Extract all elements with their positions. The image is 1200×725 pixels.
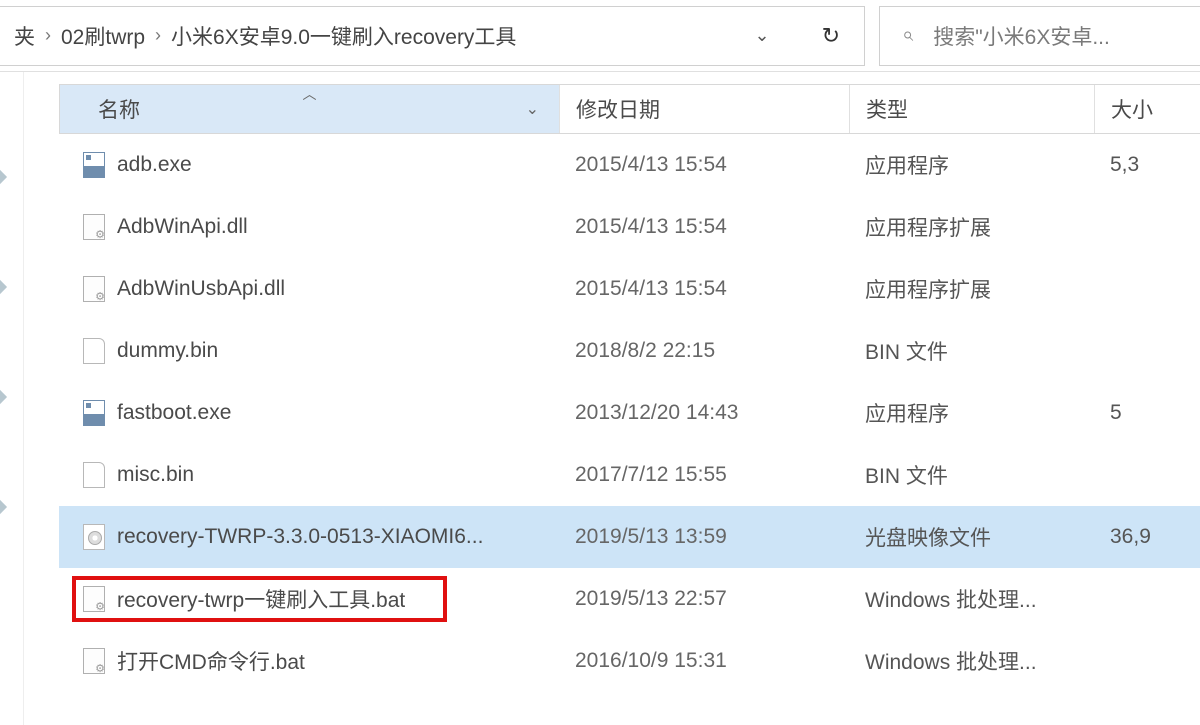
bin-file-icon [83, 462, 105, 488]
cell-date: 2013/12/20 14:43 [559, 401, 849, 425]
file-name: adb.exe [117, 153, 192, 177]
cell-date: 2019/5/13 13:59 [559, 525, 849, 549]
pin-icon [0, 170, 7, 184]
cell-name: recovery-TWRP-3.3.0-0513-XIAOMI6... [59, 524, 559, 550]
column-date[interactable]: 修改日期 [560, 85, 850, 133]
table-row[interactable]: AdbWinUsbApi.dll 2015/4/13 15:54应用程序扩展 [59, 258, 1200, 320]
column-type-label: 类型 [866, 94, 908, 124]
file-list: adb.exe2015/4/13 15:54应用程序5,3AdbWinApi.d… [59, 134, 1200, 692]
cell-date: 2015/4/13 15:54 [559, 277, 849, 301]
cell-date: 2015/4/13 15:54 [559, 153, 849, 177]
cell-name: adb.exe [59, 152, 559, 178]
file-name: AdbWinApi.dll [117, 215, 248, 239]
exe-file-icon [83, 152, 105, 178]
file-name: fastboot.exe [117, 401, 231, 425]
table-row[interactable]: 打开CMD命令行.bat 2016/10/9 15:31Windows 批处理..… [59, 630, 1200, 692]
dll-file-icon [83, 276, 105, 302]
address-bar[interactable]: 夹 › 02刷twrp › 小米6X安卓9.0一键刷入recovery工具 ⌄ … [0, 6, 865, 66]
cell-date: 2015/4/13 15:54 [559, 215, 849, 239]
cell-name: misc.bin [59, 462, 559, 488]
search-placeholder: 搜索"小米6X安卓... [933, 21, 1110, 51]
search-input[interactable]: ⌕ 搜索"小米6X安卓... [879, 6, 1200, 66]
chevron-right-icon: › [45, 25, 51, 46]
table-row[interactable]: adb.exe 2015/4/13 15:54应用程序5,3 [59, 134, 1200, 196]
column-name[interactable]: ︿ 名称 ⌄ [60, 85, 560, 133]
cell-date: 2018/8/2 22:15 [559, 339, 849, 363]
cell-type: Windows 批处理... [849, 646, 1094, 676]
table-row[interactable]: recovery-TWRP-3.3.0-0513-XIAOMI6... 2019/… [59, 506, 1200, 568]
pin-icon [0, 500, 7, 514]
cell-name: AdbWinApi.dll [59, 214, 559, 240]
cell-size: 5,3 [1094, 153, 1200, 177]
table-row[interactable]: recovery-twrp一键刷入工具.bat 2019/5/13 22:57Wi… [59, 568, 1200, 630]
column-size-label: 大小 [1111, 94, 1153, 124]
pin-icon [0, 280, 7, 294]
bat-file-icon [83, 648, 105, 674]
table-row[interactable]: dummy.bin 2018/8/2 22:15BIN 文件 [59, 320, 1200, 382]
cell-name: AdbWinUsbApi.dll [59, 276, 559, 302]
file-name: dummy.bin [117, 339, 218, 363]
dll-file-icon [83, 214, 105, 240]
column-size[interactable]: 大小 [1095, 85, 1200, 133]
cell-type: Windows 批处理... [849, 584, 1094, 614]
table-row[interactable]: misc.bin 2017/7/12 15:55BIN 文件 [59, 444, 1200, 506]
file-name: misc.bin [117, 463, 194, 487]
refresh-icon[interactable]: ↻ [816, 17, 846, 55]
table-row[interactable]: fastboot.exe 2013/12/20 14:43应用程序5 [59, 382, 1200, 444]
bin-file-icon [83, 338, 105, 364]
sort-ascending-icon: ︿ [303, 84, 317, 104]
breadcrumb-item[interactable]: 夹 [14, 21, 35, 51]
cell-size: 36,9 [1094, 525, 1200, 549]
cell-type: 应用程序扩展 [849, 212, 1094, 242]
cell-name: 打开CMD命令行.bat [59, 646, 559, 676]
toolbar: 夹 › 02刷twrp › 小米6X安卓9.0一键刷入recovery工具 ⌄ … [0, 0, 1200, 72]
breadcrumb-item[interactable]: 02刷twrp [61, 21, 145, 51]
cell-date: 2017/7/12 15:55 [559, 463, 849, 487]
chevron-down-icon[interactable]: ⌄ [526, 99, 543, 119]
sidebar-sliver [0, 72, 24, 725]
cell-size: 5 [1094, 401, 1200, 425]
iso-file-icon [83, 524, 105, 550]
file-name: AdbWinUsbApi.dll [117, 277, 285, 301]
file-name: recovery-twrp一键刷入工具.bat [117, 584, 405, 614]
chevron-right-icon: › [155, 25, 161, 46]
cell-type: BIN 文件 [849, 336, 1094, 366]
cell-date: 2016/10/9 15:31 [559, 649, 849, 673]
cell-date: 2019/5/13 22:57 [559, 587, 849, 611]
column-header: ︿ 名称 ⌄ 修改日期 类型 大小 [59, 84, 1200, 134]
cell-type: 应用程序扩展 [849, 274, 1094, 304]
cell-type: 应用程序 [849, 398, 1094, 428]
search-icon: ⌕ [902, 24, 913, 47]
column-name-label: 名称 [98, 94, 140, 124]
cell-name: recovery-twrp一键刷入工具.bat [59, 584, 559, 614]
cell-type: BIN 文件 [849, 460, 1094, 490]
column-type[interactable]: 类型 [850, 85, 1095, 133]
chevron-down-icon[interactable]: ⌄ [748, 19, 775, 52]
file-name: recovery-TWRP-3.3.0-0513-XIAOMI6... [117, 525, 483, 549]
exe-file-icon [83, 400, 105, 426]
pin-icon [0, 390, 7, 404]
column-date-label: 修改日期 [576, 94, 660, 124]
cell-name: fastboot.exe [59, 400, 559, 426]
file-name: 打开CMD命令行.bat [117, 646, 305, 676]
cell-type: 应用程序 [849, 150, 1094, 180]
bat-file-icon [83, 586, 105, 612]
cell-name: dummy.bin [59, 338, 559, 364]
breadcrumb-item[interactable]: 小米6X安卓9.0一键刷入recovery工具 [171, 21, 516, 51]
cell-type: 光盘映像文件 [849, 522, 1094, 552]
table-row[interactable]: AdbWinApi.dll 2015/4/13 15:54应用程序扩展 [59, 196, 1200, 258]
